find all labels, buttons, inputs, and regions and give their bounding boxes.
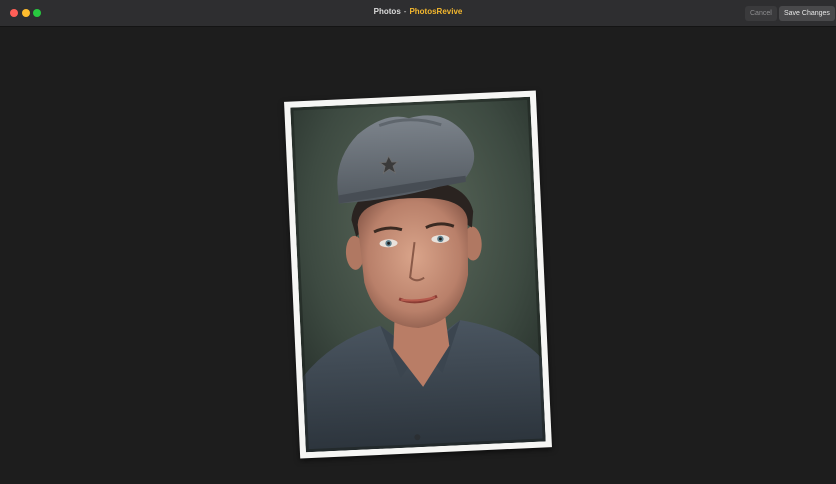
window-title: Photos - PhotosRevive [0,7,836,16]
title-app-name: Photos [373,7,401,16]
save-changes-button[interactable]: Save Changes [779,6,835,21]
photo-print-frame [284,90,552,459]
app-window: Photos - PhotosRevive Cancel Save Changes [0,0,836,484]
portrait-photo [290,96,546,453]
cancel-button[interactable]: Cancel [745,6,777,21]
title-bar: Photos - PhotosRevive Cancel Save Changes [0,0,836,27]
title-separator: - [403,7,407,16]
title-extension-name: PhotosRevive [409,7,463,16]
portrait-illustration [290,96,546,453]
